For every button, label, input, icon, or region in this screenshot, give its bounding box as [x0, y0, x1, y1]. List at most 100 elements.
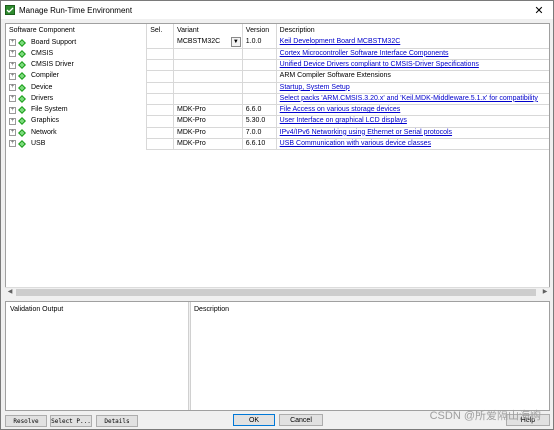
version-cell: [242, 70, 277, 83]
description-link[interactable]: Unified Device Drivers compliant to CMSI…: [280, 61, 479, 68]
sel-cell[interactable]: [146, 37, 174, 49]
table-row[interactable]: + CMSIS Driver Unified Device Drivers comp…: [6, 59, 549, 72]
version-cell: [242, 48, 277, 61]
version-cell: 6.6.0: [242, 104, 277, 117]
variant-cell: MDK-Pro: [173, 104, 243, 117]
expand-icon[interactable]: +: [9, 117, 16, 125]
description-link[interactable]: File Access on various storage devices: [280, 106, 401, 113]
component-tree-item[interactable]: + USB: [9, 139, 146, 149]
component-gem-icon: [18, 117, 26, 126]
description-cell: Select packs 'ARM.CMSIS.3.20.x' and 'Kei…: [276, 93, 549, 106]
description-link[interactable]: User Interface on graphical LCD displays: [280, 117, 407, 124]
component-tree-item[interactable]: + Graphics: [9, 116, 146, 126]
table-row[interactable]: + Board Support MCBSTM32C ▼ 1.0.0 Keil Develo…: [6, 37, 549, 49]
expand-icon[interactable]: +: [9, 72, 16, 80]
component-gem-icon: [18, 72, 26, 81]
col-header-sel[interactable]: Sel.: [146, 24, 174, 37]
description-link[interactable]: Startup, System Setup: [280, 84, 350, 91]
table-row[interactable]: + File System MDK-Pro 6.6.0 File Access on v…: [6, 104, 549, 117]
component-cell: + Network: [6, 127, 148, 139]
table-row[interactable]: + CMSIS Cortex Microcontroller Software In…: [6, 48, 549, 61]
col-header-version[interactable]: Version: [242, 24, 277, 37]
expand-icon[interactable]: +: [9, 61, 16, 69]
description-panel-label: Description: [194, 306, 230, 313]
component-name: CMSIS: [31, 49, 54, 57]
sel-cell[interactable]: [146, 93, 174, 106]
description-cell: User Interface on graphical LCD displays: [276, 115, 549, 128]
component-name: Board Support: [31, 38, 77, 46]
component-tree-item[interactable]: + CMSIS Driver: [9, 60, 146, 70]
scroll-thumb[interactable]: [16, 289, 536, 296]
sel-cell[interactable]: [146, 104, 174, 117]
sel-cell[interactable]: [146, 70, 174, 83]
table-row[interactable]: + Network MDK-Pro 7.0.0 IPv4/IPv6 Networking…: [6, 127, 549, 139]
expand-icon[interactable]: +: [9, 106, 16, 114]
expand-icon[interactable]: +: [9, 84, 16, 92]
component-gem-icon: [18, 83, 26, 92]
col-header-component[interactable]: Software Component: [6, 24, 148, 37]
component-name: File System: [31, 106, 68, 114]
description-link[interactable]: Keil Development Board MCBSTM32C: [280, 38, 401, 45]
description-text: ARM Compiler Software Extensions: [279, 72, 391, 80]
description-link[interactable]: IPv4/IPv6 Networking using Ethernet or S…: [280, 129, 452, 136]
chevron-down-icon[interactable]: ▼: [230, 37, 241, 48]
ok-button[interactable]: OK: [233, 414, 275, 426]
panel-splitter[interactable]: [188, 302, 191, 410]
description-cell: Cortex Microcontroller Software Interfac…: [276, 48, 549, 61]
select-packs-button[interactable]: Select P...: [50, 415, 92, 427]
version-cell: 5.30.0: [242, 115, 277, 128]
table-row[interactable]: + Device Startup, System Setup: [6, 82, 549, 94]
table-row[interactable]: + Graphics MDK-Pro 5.30.0 User Interface on …: [6, 115, 549, 128]
scroll-left-icon[interactable]: ◀: [5, 288, 15, 297]
component-gem-icon: [18, 94, 26, 103]
description-cell: File Access on various storage devices: [276, 104, 549, 117]
component-tree-item[interactable]: + File System: [9, 105, 146, 115]
cancel-button[interactable]: Cancel: [279, 414, 323, 426]
component-tree-item[interactable]: + CMSIS: [9, 49, 146, 59]
component-tree-item[interactable]: + Network: [9, 128, 146, 138]
component-gem-icon: [18, 106, 26, 115]
sel-cell[interactable]: [146, 138, 174, 151]
component-gem-icon: [18, 38, 26, 47]
col-header-variant[interactable]: Variant: [173, 24, 243, 37]
expand-icon[interactable]: +: [9, 129, 16, 137]
expand-icon[interactable]: +: [9, 39, 16, 47]
sel-cell[interactable]: [146, 59, 174, 72]
validation-output-label: Validation Output: [10, 306, 64, 313]
component-cell: + CMSIS: [6, 48, 148, 60]
col-header-description[interactable]: Description: [276, 24, 549, 37]
table-row[interactable]: + USB MDK-Pro 6.6.10 USB Communication with …: [6, 138, 549, 151]
component-tree-item[interactable]: + Drivers: [9, 94, 146, 104]
component-table: Software Component Sel. Variant Version …: [6, 24, 549, 151]
sel-cell[interactable]: [146, 115, 174, 128]
component-tree-item[interactable]: + Device: [9, 83, 146, 93]
component-tree-item[interactable]: + Board Support: [9, 38, 146, 48]
description-link[interactable]: Select packs 'ARM.CMSIS.3.20.x' and 'Kei…: [280, 95, 538, 102]
app-icon: [5, 5, 15, 15]
table-row[interactable]: + Drivers Select packs 'ARM.CMSIS.3.20.x' …: [6, 93, 549, 106]
expand-icon[interactable]: +: [9, 50, 16, 58]
expand-icon[interactable]: +: [9, 95, 16, 103]
component-gem-icon: [18, 139, 26, 148]
description-link[interactable]: USB Communication with various device cl…: [280, 140, 431, 147]
sel-cell[interactable]: [146, 82, 174, 94]
sel-cell[interactable]: [146, 127, 174, 139]
variant-cell: [173, 70, 243, 83]
horizontal-scrollbar[interactable]: ◀ ▶: [5, 287, 550, 297]
scroll-right-icon[interactable]: ▶: [540, 288, 550, 297]
resolve-button[interactable]: Resolve: [5, 415, 47, 427]
component-tree-item[interactable]: + Compiler: [9, 71, 146, 81]
expand-icon[interactable]: +: [9, 140, 16, 148]
variant-select[interactable]: MCBSTM32C ▼: [177, 37, 241, 48]
table-row[interactable]: + Compiler ARM Compiler Software Extension…: [6, 70, 549, 83]
version-cell: 1.0.0: [242, 37, 277, 49]
version-cell: [242, 59, 277, 72]
sel-cell[interactable]: [146, 48, 174, 61]
variant-cell: [173, 93, 243, 106]
description-link[interactable]: Cortex Microcontroller Software Interfac…: [280, 50, 449, 57]
variant-cell[interactable]: MCBSTM32C ▼: [173, 37, 243, 49]
close-icon[interactable]: ✕: [525, 1, 553, 19]
details-button[interactable]: Details: [96, 415, 138, 427]
component-cell: + File System: [6, 104, 148, 116]
component-name: Compiler: [31, 72, 60, 80]
